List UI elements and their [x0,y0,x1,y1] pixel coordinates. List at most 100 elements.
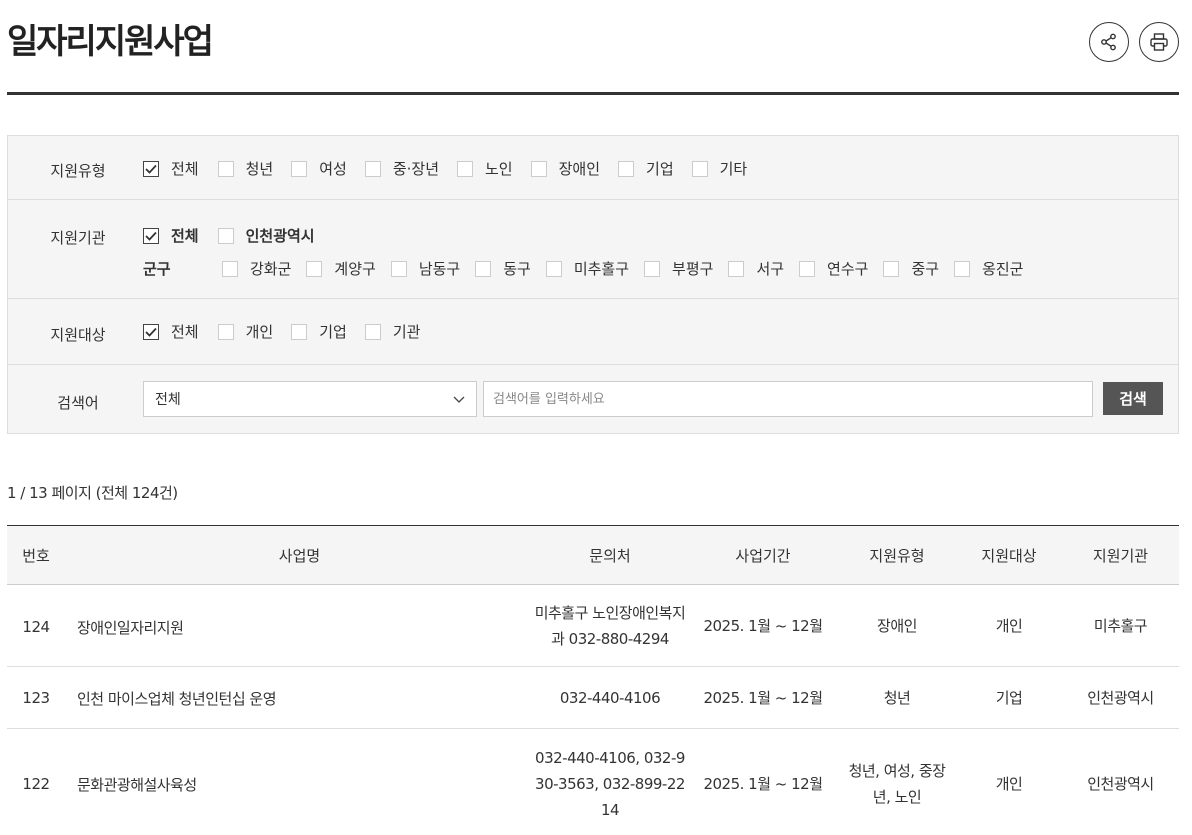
title-divider [7,92,1179,95]
checkbox-label: 청년 [245,160,274,178]
checkbox-label: 전체 [171,323,199,341]
checkbox-district-ongjin[interactable]: 옹진군 [954,258,1023,279]
cell-period: 2025. 1월 ~ 12월 [703,688,823,707]
checkbox-label: 장애인 [558,160,601,178]
district-label: 군구 [143,260,171,278]
cell-type: 장애인 [877,616,917,635]
checkbox-box[interactable] [954,260,971,277]
checkbox-label: 기관 [392,323,421,341]
checkbox-box[interactable] [390,260,407,277]
support-target-options: 전체 개인 기업 기관 [143,321,438,342]
check-icon [145,231,157,241]
checkbox-box[interactable] [799,260,816,277]
checkbox-box[interactable] [291,160,308,177]
checkbox-type-all[interactable]: 전체 [143,158,199,179]
cell-contact: 032-440-4106 [559,688,661,707]
checkbox-district-namdong[interactable]: 남동구 [390,258,460,279]
checkbox-type-women[interactable]: 여성 [291,158,347,179]
cell-contact: 032-440-4106, 032-930-3563, 032-899-2214 [535,749,685,819]
checkbox-box[interactable] [217,160,234,177]
checkbox-box[interactable] [306,260,323,277]
cell-target: 개인 [995,775,1023,793]
filter-label-support-type: 지원유형 [50,162,106,180]
header-period: 사업기간 [735,547,791,565]
checkbox-box[interactable] [883,260,900,277]
support-type-options: 전체 청년 여성 중·장년 노인 장애인 기업 기타 [143,158,765,179]
checkbox-box[interactable] [475,260,492,277]
checkbox-box[interactable] [545,260,562,277]
select-value: 전체 [155,392,181,408]
search-button[interactable]: 검색 [1103,382,1163,415]
check-icon [145,164,157,174]
checkbox-box[interactable] [217,323,234,340]
table-header: 번호 사업명 문의처 사업기간 지원유형 지원대상 지원기관 [7,526,1179,585]
share-button[interactable] [1089,22,1129,62]
checkbox-box[interactable] [530,160,547,177]
checkbox-district-yeonsu[interactable]: 연수구 [799,258,868,279]
cell-name-link[interactable]: 문화관광해설사육성 [77,729,507,835]
checkbox-label: 전체 [171,227,199,245]
checkbox-district-bupyeong[interactable]: 부평구 [644,258,713,279]
checkbox-box[interactable] [364,160,381,177]
checkbox-box[interactable] [217,227,234,244]
checkbox-label: 기업 [319,323,347,341]
checkbox-box[interactable] [143,160,159,177]
search-scope-select[interactable]: 전체 [143,381,477,417]
cell-period: 2025. 1월 ~ 12월 [703,775,823,793]
checkbox-target-institution[interactable]: 기관 [364,321,421,342]
checkbox-box[interactable] [291,323,308,340]
cell-org: 인천광역시 [1087,688,1154,707]
cell-target: 개인 [995,616,1023,635]
checkbox-box[interactable] [644,260,661,277]
checkbox-district-gyeyang[interactable]: 계양구 [306,258,376,279]
cell-no: 124 [22,617,50,636]
checkbox-district-michuhol[interactable]: 미추홀구 [545,258,629,279]
table-row[interactable]: 122 문화관광해설사육성 032-440-4106, 032-930-3563… [7,729,1179,835]
cell-org: 미추홀구 [1093,616,1148,635]
search-input[interactable] [483,381,1093,417]
check-icon [145,327,157,337]
cell-type: 청년, 여성, 중장년, 노인 [848,762,946,806]
table-row[interactable]: 123 인천 마이스업체 청년인턴십 운영 032-440-4106 2025.… [7,667,1179,729]
checkbox-type-middle-aged[interactable]: 중·장년 [364,158,439,179]
checkbox-target-all[interactable]: 전체 [143,321,199,342]
print-button[interactable] [1139,22,1179,62]
header-no: 번호 [22,547,50,565]
checkbox-type-youth[interactable]: 청년 [217,158,274,179]
checkbox-type-disabled[interactable]: 장애인 [530,158,601,179]
checkbox-box[interactable] [618,160,635,177]
share-icon [1101,33,1116,51]
checkbox-box[interactable] [728,260,745,277]
page-info: 1 / 13 페이지 (전체 124건) [7,484,178,502]
filter-label-support-target: 지원대상 [50,326,106,344]
cell-name-link[interactable]: 인천 마이스업체 청년인턴십 운영 [77,667,507,728]
cell-name-link[interactable]: 장애인일자리지원 [77,585,507,666]
checkbox-district-ganghwa[interactable]: 강화군 [222,258,291,279]
checkbox-box[interactable] [143,227,159,244]
checkbox-label: 부평구 [672,260,714,278]
checkbox-target-company[interactable]: 기업 [291,321,347,342]
checkbox-district-jung[interactable]: 중구 [883,258,939,279]
filter-row-search: 검색어 전체 검색 [8,365,1178,433]
checkbox-org-incheon[interactable]: 인천광역시 [217,225,315,246]
cell-period: 2025. 1월 ~ 12월 [703,616,823,635]
checkbox-type-etc[interactable]: 기타 [691,158,747,179]
checkbox-type-company[interactable]: 기업 [618,158,674,179]
checkbox-box[interactable] [691,160,708,177]
checkbox-box[interactable] [222,260,238,277]
header-target: 지원대상 [981,547,1037,565]
checkbox-type-elderly[interactable]: 노인 [457,158,513,179]
checkbox-target-individual[interactable]: 개인 [217,321,273,342]
cell-target: 기업 [995,688,1023,707]
checkbox-box[interactable] [457,160,473,177]
district-options: 군구 강화군 계양구 남동구 동구 미추홀구 부평구 서구 연수구 중구 옹진군 [143,258,1041,279]
checkbox-district-dong[interactable]: 동구 [475,258,531,279]
checkbox-label: 동구 [503,260,531,278]
checkbox-box[interactable] [143,323,159,340]
filter-row-support-target: 지원대상 전체 개인 기업 기관 [8,299,1178,365]
checkbox-district-seo[interactable]: 서구 [728,258,784,279]
checkbox-label: 중·장년 [392,160,439,178]
checkbox-box[interactable] [364,323,381,340]
checkbox-org-all[interactable]: 전체 [143,225,199,246]
table-row[interactable]: 124 장애인일자리지원 미추홀구 노인장애인복지과 032-880-4294 … [7,585,1179,667]
